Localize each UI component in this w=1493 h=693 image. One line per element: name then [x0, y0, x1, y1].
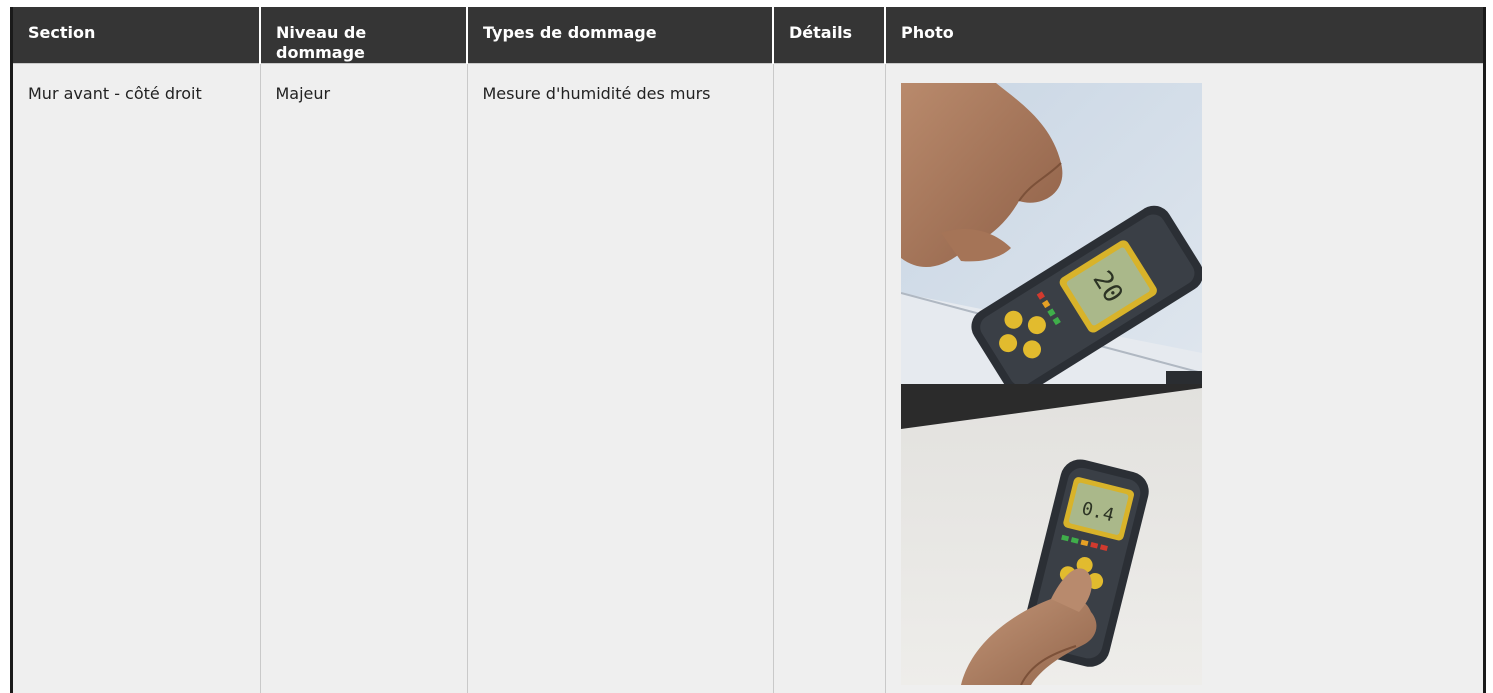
moisture-meter-photo-1[interactable]: 20 — [900, 83, 1202, 384]
header-niveau-de-dommage: Niveau de dommage — [260, 7, 468, 64]
header-types-de-dommage: Types de dommage — [467, 7, 774, 64]
damage-report-table: Section Niveau de dommage Types de domma… — [13, 7, 1483, 693]
cell-section: Mur avant - côté droit — [13, 63, 261, 693]
table-header-row: Section Niveau de dommage Types de domma… — [13, 7, 1483, 64]
cell-photos: 20 0.4 — [885, 63, 1483, 693]
cell-niveau: Majeur — [260, 63, 468, 693]
damage-report-frame: Section Niveau de dommage Types de domma… — [10, 7, 1486, 693]
table-row: Mur avant - côté droit Majeur Mesure d'h… — [13, 63, 1483, 693]
moisture-meter-photo-2[interactable]: 0.4 — [900, 384, 1202, 685]
cell-types: Mesure d'humidité des murs — [467, 63, 774, 693]
header-photo: Photo — [885, 7, 1483, 64]
header-section: Section — [13, 7, 261, 64]
header-details: Détails — [773, 7, 886, 64]
cell-details — [773, 63, 886, 693]
